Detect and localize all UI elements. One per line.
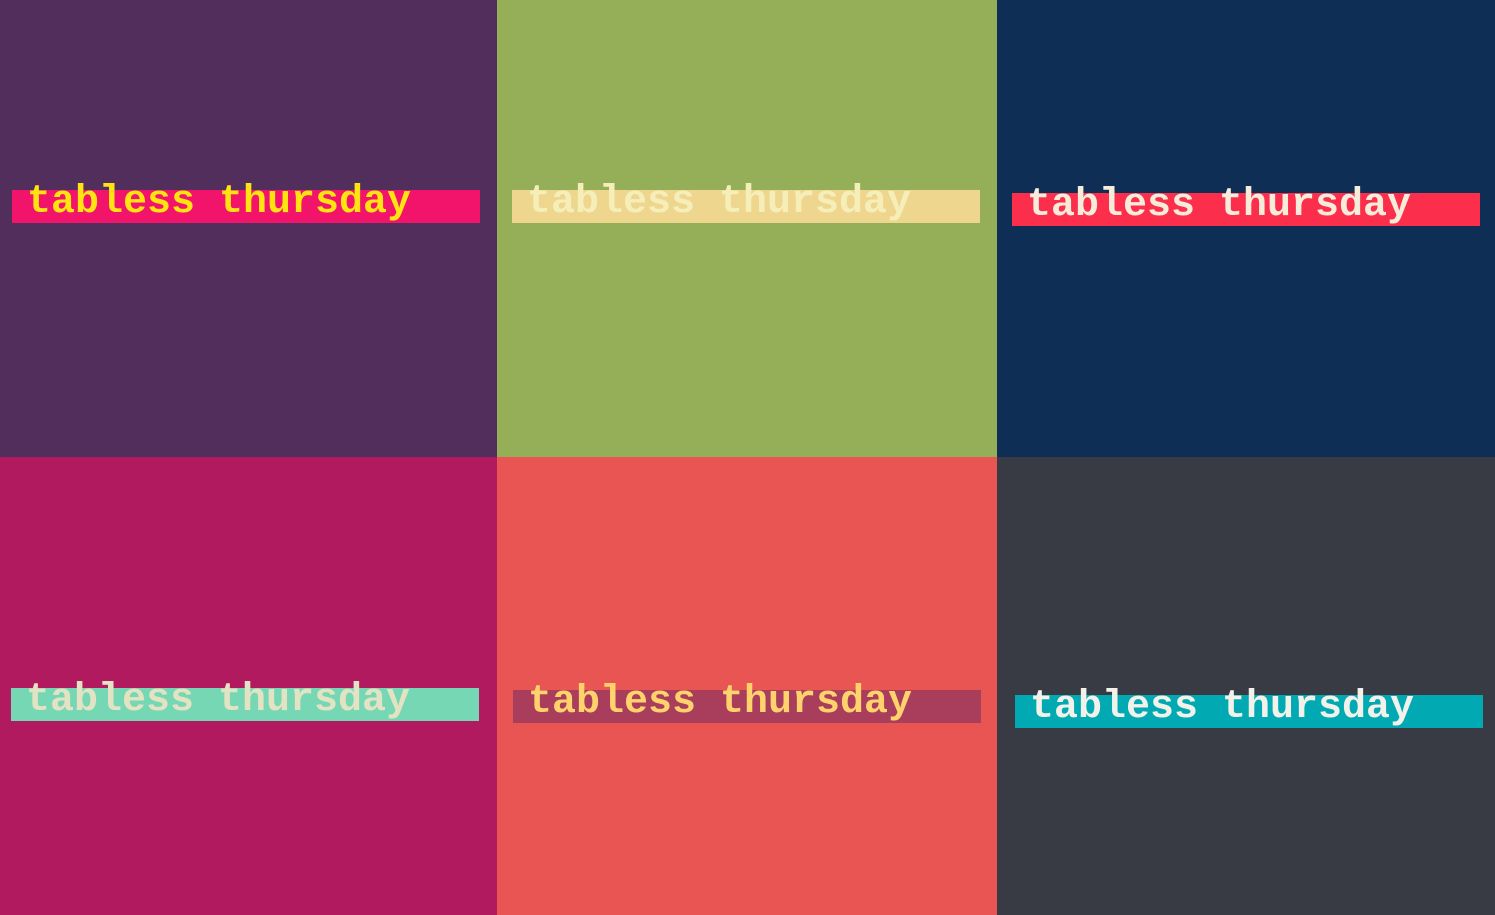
highlight-band: tabless thursday xyxy=(11,681,479,721)
panel-text: tabless thursday xyxy=(1030,685,1415,730)
highlight-band: tabless thursday xyxy=(12,183,480,223)
highlight-band: tabless thursday xyxy=(1012,186,1480,226)
highlight-band: tabless thursday xyxy=(512,183,980,223)
tile-grid: tabless thursday tabless thursday tables… xyxy=(0,0,1495,915)
panel-text: tabless thursday xyxy=(27,180,412,225)
panel-6: tabless thursday xyxy=(997,457,1495,915)
panel-5: tabless thursday xyxy=(497,457,997,915)
panel-2: tabless thursday xyxy=(497,0,997,457)
panel-text: tabless thursday xyxy=(1027,183,1412,228)
highlight-band: tabless thursday xyxy=(1015,688,1483,728)
panel-4: tabless thursday xyxy=(0,457,497,915)
panel-text: tabless thursday xyxy=(528,680,913,725)
panel-text: tabless thursday xyxy=(527,180,912,225)
highlight-band: tabless thursday xyxy=(513,683,981,723)
panel-text: tabless thursday xyxy=(26,678,411,723)
panel-1: tabless thursday xyxy=(0,0,497,457)
panel-3: tabless thursday xyxy=(997,0,1495,457)
